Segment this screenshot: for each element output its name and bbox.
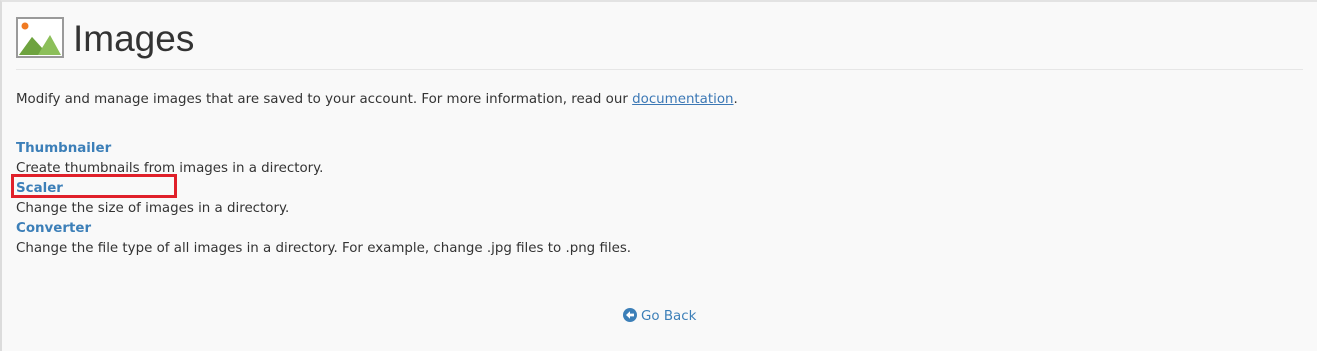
list-item-thumbnailer: Thumbnailer Create thumbnails from image… [16, 139, 631, 179]
intro-suffix: . [733, 92, 738, 107]
converter-description: Change the file type of all images in a … [16, 241, 632, 256]
documentation-link[interactable]: documentation [632, 92, 733, 107]
go-back-label: Go Back [641, 309, 697, 324]
page-header: Images [16, 15, 1303, 70]
thumbnailer-link[interactable]: Thumbnailer [16, 139, 631, 159]
list-item-converter: Converter Change the file type of all im… [16, 219, 631, 259]
converter-link[interactable]: Converter [16, 219, 631, 239]
page-description: Modify and manage images that are saved … [16, 91, 738, 109]
highlight-box [11, 174, 177, 198]
go-back-link[interactable]: Go Back [623, 307, 696, 327]
arrow-circle-left-icon [623, 308, 637, 322]
images-icon [16, 17, 64, 58]
scaler-description: Change the size of images in a directory… [16, 201, 290, 216]
intro-text: Modify and manage images that are saved … [16, 92, 633, 107]
page-title: Images [73, 18, 195, 59]
feature-list: Thumbnailer Create thumbnails from image… [16, 139, 631, 259]
images-page: Images Modify and manage images that are… [0, 0, 1317, 351]
